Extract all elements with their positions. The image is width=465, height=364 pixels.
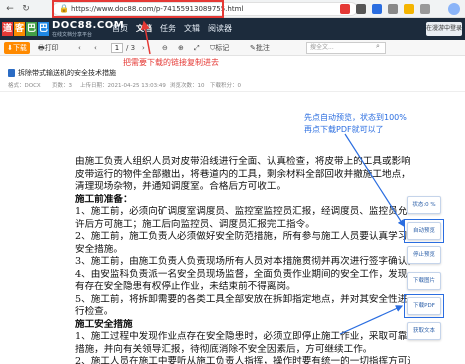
page-input[interactable]: 1 bbox=[111, 43, 123, 53]
nav-tasks[interactable]: 任务 bbox=[160, 22, 176, 36]
bookmark-label: 标记 bbox=[215, 44, 230, 52]
collections-icon[interactable] bbox=[420, 4, 430, 14]
site-logo-subtitle: 在线文档分享平台 bbox=[52, 32, 93, 38]
bookmark-button[interactable]: ⛉标记 bbox=[210, 43, 229, 53]
stop-preview-button[interactable]: 停止预览 bbox=[407, 246, 441, 264]
logo-char: 巴 bbox=[26, 22, 37, 36]
doc-line: 安全措施。 bbox=[75, 243, 123, 255]
print-button[interactable]: 🖶打印 bbox=[38, 43, 59, 53]
doc-line: 5、施工前，将拆卸需要的各类工具全部安放在拆卸指定地点，并对其安全性进 bbox=[75, 293, 408, 305]
doc-toolbar: ⬇下载 🖶打印 ‹ ‹ 1 / 3 › ⊖ ⊕ ⤢ ⛉标记 ✎批注 搜全文...… bbox=[0, 40, 465, 56]
fit-icon[interactable]: ⤢ bbox=[194, 43, 200, 53]
extension-icon[interactable] bbox=[340, 4, 350, 14]
status-button[interactable]: 状态:0 % bbox=[407, 196, 441, 214]
doc-line: 有存在安全隐患有权停止作业，未结束前不得离岗。 bbox=[75, 281, 296, 292]
doc-heading: 施工前准备： bbox=[75, 193, 133, 205]
annotation-line-1: 先点自动预览，状态到100% bbox=[304, 113, 407, 122]
docx-icon bbox=[8, 69, 15, 77]
print-label: 打印 bbox=[44, 44, 59, 52]
doc-heading: 施工安全措施 bbox=[75, 318, 133, 330]
page-total: / 3 bbox=[126, 44, 136, 52]
document-page: 由施工负责人组织人员对皮带沿线进行全面、认真检查，将皮带上的工具或影响 皮带运行的… bbox=[75, 156, 410, 364]
doc-title: 拆除带式输送机的安全技术措施 bbox=[18, 69, 116, 77]
prev-page-icon[interactable]: ‹ bbox=[78, 43, 81, 53]
doc-meta-format: 格式：DOCX bbox=[8, 83, 41, 89]
extension-icon[interactable] bbox=[356, 4, 366, 14]
doc-line: 2、施工前，施工负责人必须做好安全防范措施，所有参与施工人员要认真学习 bbox=[75, 231, 408, 242]
doc-line: 1、施工过程中发现作业点存在安全隐患时，必须立即停止施工作业，采取可靠 bbox=[75, 331, 408, 342]
logo-char: 客 bbox=[14, 22, 25, 36]
extension-icon[interactable] bbox=[388, 4, 398, 14]
doc-line: 4、由安监科负责派一名安全员现场监督，全面负责作业期间的安全工作，发现 bbox=[75, 268, 408, 280]
download-button[interactable]: ⬇下载 bbox=[4, 42, 30, 54]
zoom-in-icon[interactable]: ⊕ bbox=[178, 43, 184, 53]
refresh-icon[interactable]: ↻ bbox=[20, 3, 32, 15]
first-page-icon[interactable]: ‹ bbox=[94, 43, 97, 53]
annotation-line-2: 再点下载PDF就可以了 bbox=[304, 125, 384, 134]
comment-label: 批注 bbox=[255, 44, 270, 52]
site-nav: 首页 文档 任务 文辑 阅读器 bbox=[112, 22, 232, 36]
doc-meta-points: 下载积分：0 bbox=[210, 83, 241, 89]
comment-button[interactable]: ✎批注 bbox=[250, 43, 270, 53]
download-label: 下载 bbox=[12, 44, 27, 52]
doc-line: 措施，并向有关领导汇报，待彻底消除不安全因素后，方可继续工作。 bbox=[75, 343, 373, 355]
download-image-button[interactable]: 下载图片 bbox=[407, 272, 441, 290]
doc-meta-views: 浏览次数：10 bbox=[170, 83, 205, 89]
highlight-download-pdf bbox=[404, 294, 444, 318]
extension-icon[interactable] bbox=[372, 4, 382, 14]
nav-docs[interactable]: 文档 bbox=[136, 22, 152, 36]
doc-meta-pages: 页数：3 bbox=[52, 83, 72, 89]
next-page-icon[interactable]: › bbox=[142, 43, 145, 53]
logo-char: 道 bbox=[2, 22, 13, 36]
url-highlight-box bbox=[52, 0, 224, 18]
login-button[interactable]: 在漫游中登录 bbox=[426, 22, 462, 36]
doc-line: 许后方可施工；施工后向监控员、调度员汇报完工指令。 bbox=[75, 218, 315, 230]
profile-icon[interactable] bbox=[448, 3, 460, 15]
search-icon[interactable]: ⌕ bbox=[376, 42, 380, 51]
highlight-auto-preview bbox=[404, 219, 444, 243]
back-icon[interactable]: ← bbox=[4, 3, 16, 15]
doc-line: 2、施工人员在施工中要听从施工负责人指挥，操作时要有统一的一切指挥方可进 bbox=[75, 356, 410, 364]
nav-reader[interactable]: 阅读器 bbox=[208, 22, 232, 36]
get-text-button[interactable]: 获取文本 bbox=[407, 322, 441, 340]
doc-line: 1、施工前，必须向矿调度室调度员、监控室监控员汇报，经调度员、监控员允 bbox=[75, 206, 408, 217]
logo-char: 巴 bbox=[38, 22, 49, 36]
search-input[interactable]: 搜全文... bbox=[306, 42, 386, 54]
doc-line: 清理现场杂物，并通知调度室。合格后方可收工。 bbox=[75, 181, 287, 192]
doc-line: 3、施工前，由施工负责人负责现场所有人员对本措施贯彻并再次进行签字确认。 bbox=[75, 256, 410, 267]
zoom-out-icon[interactable]: ⊖ bbox=[162, 43, 168, 53]
favorites-icon[interactable] bbox=[404, 4, 414, 14]
nav-home[interactable]: 首页 bbox=[112, 22, 128, 36]
doc-meta-upload-date: 上传日期：2021-04-25 13:03:49 bbox=[80, 83, 166, 89]
doc-line: 由施工负责人组织人员对皮带沿线进行全面、认真检查，将皮带上的工具或影响 bbox=[75, 156, 410, 167]
doc-line: 皮带运行的物件全部撤出，将巷道内的工具，剩余材料全部回收并撤施工地点， bbox=[75, 168, 410, 180]
doc-line: 行检查。 bbox=[75, 306, 114, 317]
nav-collections[interactable]: 文辑 bbox=[184, 22, 200, 36]
print-icon: 🖶 bbox=[38, 44, 45, 52]
